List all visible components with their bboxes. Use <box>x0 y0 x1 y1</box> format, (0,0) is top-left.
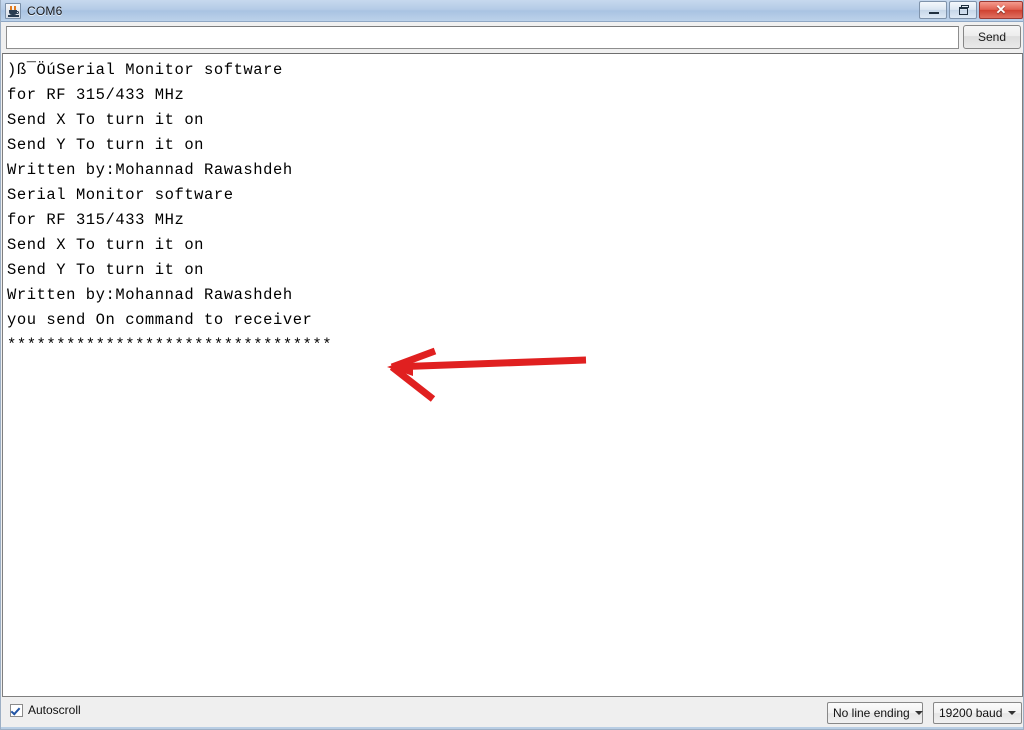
restore-button[interactable] <box>949 1 977 19</box>
serial-output-text: )ß¯ÖúSerial Monitor software for RF 315/… <box>7 61 333 354</box>
line-ending-value: No line ending <box>833 706 910 720</box>
title-bar[interactable]: COM6 ✕ <box>1 0 1023 22</box>
serial-output-area[interactable]: )ß¯ÖúSerial Monitor software for RF 315/… <box>2 53 1023 697</box>
autoscroll-checkbox[interactable] <box>10 703 23 717</box>
window-controls: ✕ <box>919 1 1023 19</box>
send-button[interactable]: Send <box>963 25 1021 49</box>
baud-rate-value: 19200 baud <box>939 706 1003 720</box>
close-icon: ✕ <box>995 2 1007 17</box>
chevron-down-icon <box>910 703 928 723</box>
window-title: COM6 <box>27 3 63 18</box>
send-bar: Send <box>1 23 1023 52</box>
serial-monitor-window: COM6 ✕ Send )ß¯ÖúSerial Monitor software… <box>0 0 1024 730</box>
check-icon <box>10 704 21 716</box>
restore-icon <box>959 7 968 15</box>
minimize-button[interactable] <box>919 1 947 19</box>
red-arrow-annotation <box>387 347 587 402</box>
minimize-icon <box>929 12 939 14</box>
status-bar: Autoscroll No line ending 19200 baud <box>2 698 1023 728</box>
autoscroll-checkbox-group[interactable]: Autoscroll <box>10 703 81 717</box>
baud-rate-dropdown[interactable]: 19200 baud <box>933 702 1022 724</box>
window-bottom-edge <box>1 727 1023 729</box>
autoscroll-label: Autoscroll <box>28 703 81 717</box>
line-ending-dropdown[interactable]: No line ending <box>827 702 923 724</box>
close-button[interactable]: ✕ <box>979 1 1023 19</box>
chevron-down-icon <box>1003 703 1021 723</box>
java-coffee-cup-icon <box>5 2 21 19</box>
serial-send-input[interactable] <box>6 26 959 49</box>
